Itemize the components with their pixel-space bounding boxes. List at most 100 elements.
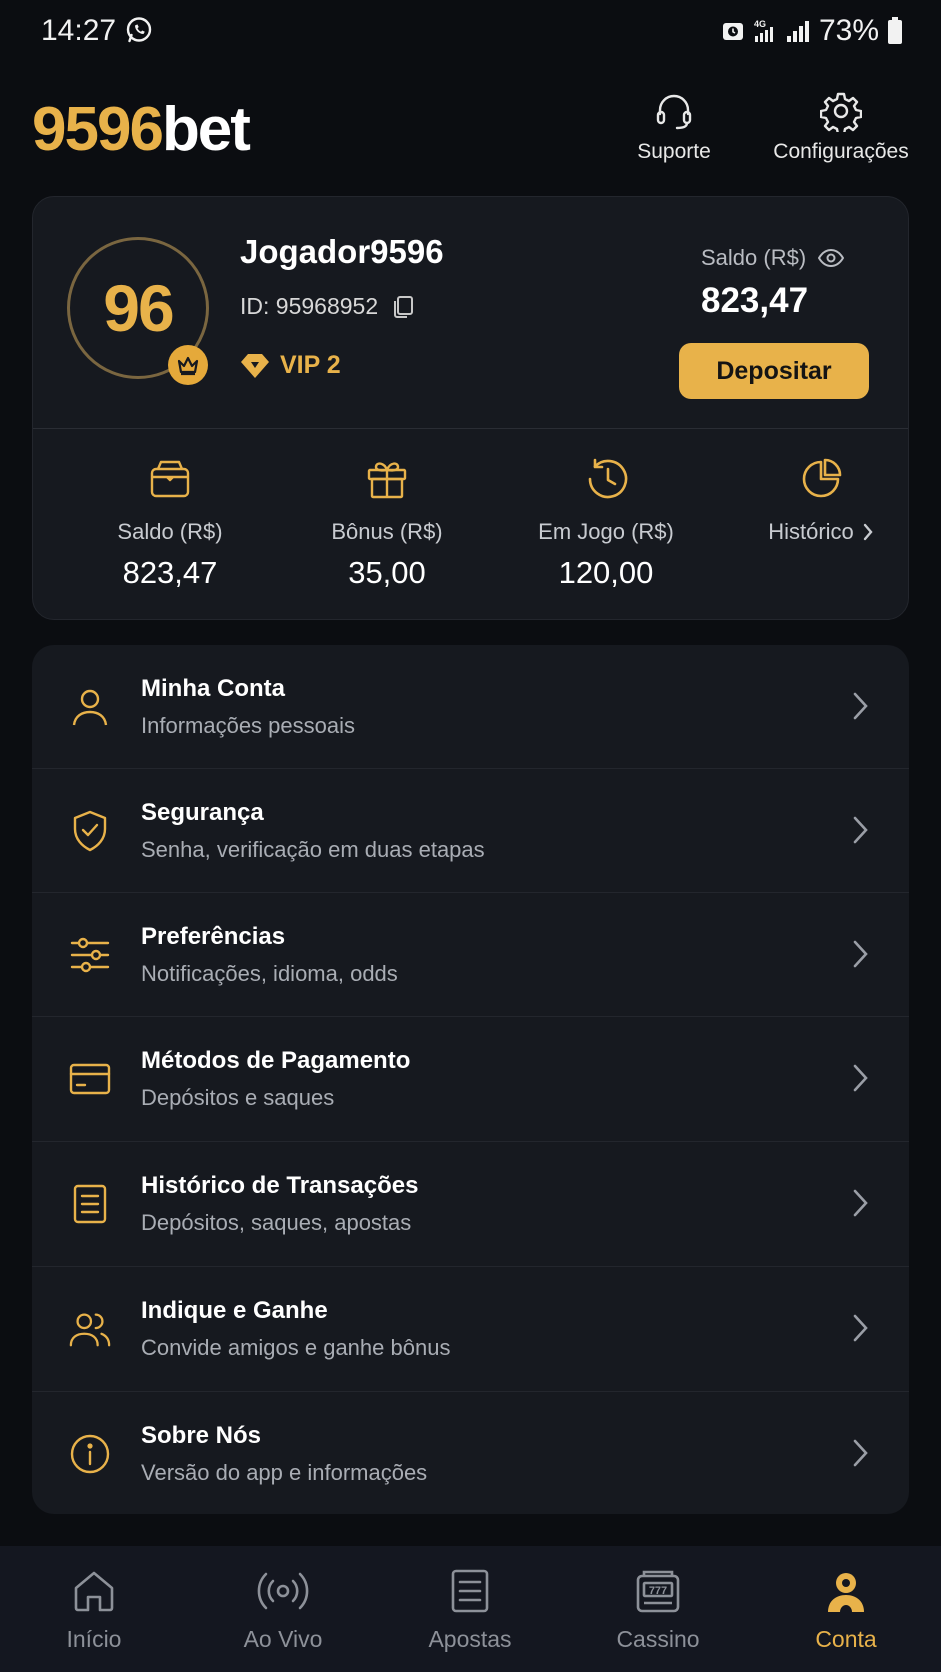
stat-label: Em Jogo (R$) — [538, 519, 674, 544]
user-id: ID: 95968952 — [240, 293, 379, 319]
menu-item-transaction-history[interactable]: Histórico de Transações Depósitos, saque… — [32, 1142, 909, 1266]
live-icon — [257, 1568, 309, 1614]
status-time: 14:27 — [41, 14, 117, 47]
menu-item-title: Indique e Ganhe — [141, 1297, 328, 1324]
support-label: Suporte — [637, 140, 711, 163]
stat-history-link[interactable]: Histórico — [721, 457, 921, 545]
users-icon — [68, 1307, 112, 1351]
nav-live[interactable]: Ao Vivo — [203, 1568, 363, 1653]
menu-item-preferences[interactable]: Preferências Notificações, idioma, odds — [32, 893, 909, 1017]
stat-label: Bônus (R$) — [331, 519, 443, 544]
user-id-row: ID: 95968952 — [240, 293, 416, 320]
app-header: 9596bet Suporte Configurações — [0, 84, 941, 184]
balance-label: Saldo (R$) — [701, 245, 807, 270]
username: Jogador9596 — [240, 233, 444, 270]
whatsapp-icon — [125, 16, 153, 44]
signal-icon — [785, 18, 811, 44]
menu-item-subtitle: Depósitos, saques, apostas — [141, 1210, 412, 1235]
home-icon — [71, 1568, 117, 1614]
menu-item-subtitle: Informações pessoais — [141, 713, 355, 738]
eye-icon[interactable] — [818, 248, 845, 268]
copy-icon[interactable] — [390, 294, 416, 320]
profile-card: 96 Jogador9596 ID: 95968952 VIP 2 Saldo … — [32, 196, 909, 620]
history-clock-icon — [583, 457, 629, 501]
menu-item-subtitle: Senha, verificação em duas etapas — [141, 837, 485, 862]
chevron-right-icon — [851, 691, 869, 721]
settings-button[interactable]: Configurações — [770, 90, 912, 164]
user-icon — [68, 685, 112, 729]
vip-label: VIP 2 — [280, 351, 341, 379]
nav-label: Ao Vivo — [243, 1626, 323, 1652]
settings-label: Configurações — [773, 140, 909, 163]
menu-item-refer-friends[interactable]: Indique e Ganhe Convide amigos e ganhe b… — [32, 1267, 909, 1391]
nav-label: Conta — [815, 1626, 877, 1652]
menu-item-subtitle: Depósitos e saques — [141, 1085, 335, 1110]
credit-card-icon — [68, 1057, 112, 1101]
balance-label-row: Saldo (R$) — [701, 245, 845, 271]
chevron-right-icon — [862, 523, 874, 541]
nav-label: Início — [66, 1626, 122, 1652]
menu-item-subtitle: Convide amigos e ganhe bônus — [141, 1335, 451, 1360]
chevron-right-icon — [851, 1438, 869, 1468]
info-icon — [68, 1432, 112, 1476]
menu-item-title: Sobre Nós — [141, 1422, 262, 1449]
menu-item-payment-methods[interactable]: Métodos de Pagamento Depósitos e saques — [32, 1017, 909, 1141]
nav-home[interactable]: Início — [14, 1568, 174, 1653]
chevron-right-icon — [851, 939, 869, 969]
nav-account[interactable]: Conta — [766, 1568, 926, 1653]
stat-value: 823,47 — [122, 555, 218, 590]
chevron-right-icon — [851, 1063, 869, 1093]
nav-casino[interactable]: 777 Cassino — [578, 1568, 738, 1653]
logo-text: bet — [161, 95, 251, 164]
nav-label: Apostas — [428, 1626, 512, 1652]
menu-item-title: Segurança — [141, 799, 264, 826]
chevron-right-icon — [851, 1188, 869, 1218]
nav-label: Cassino — [616, 1626, 700, 1652]
battery-icon — [887, 17, 903, 45]
logo-number: 9596 — [32, 95, 164, 164]
network-4g-icon: 4G — [753, 18, 777, 44]
support-button[interactable]: Suporte — [630, 90, 718, 164]
headset-icon — [653, 90, 695, 132]
account-icon — [823, 1568, 869, 1614]
slot-machine-icon: 777 — [635, 1568, 681, 1614]
stat-label: Saldo (R$) — [117, 519, 223, 544]
status-bar: 14:27 4G 73% — [0, 0, 941, 62]
vip-badge[interactable]: VIP 2 — [240, 351, 341, 380]
stat-balance[interactable]: Saldo (R$) 823,47 — [70, 457, 270, 591]
history-link[interactable]: Histórico — [768, 519, 874, 545]
menu-item-my-account[interactable]: Minha Conta Informações pessoais — [32, 645, 909, 769]
document-icon — [68, 1182, 112, 1226]
battery-percent: 73% — [818, 14, 879, 47]
menu-item-title: Preferências — [141, 923, 286, 950]
diamond-icon — [240, 353, 270, 379]
stat-value: 120,00 — [558, 555, 654, 590]
menu-item-subtitle: Notificações, idioma, odds — [141, 961, 398, 986]
account-menu: Minha Conta Informações pessoais Seguran… — [32, 645, 909, 1514]
menu-item-security[interactable]: Segurança Senha, verificação em duas eta… — [32, 769, 909, 893]
chevron-right-icon — [851, 1313, 869, 1343]
svg-text:4G: 4G — [754, 19, 766, 29]
menu-item-title: Histórico de Transações — [141, 1172, 419, 1199]
menu-item-about-us[interactable]: Sobre Nós Versão do app e informações — [32, 1392, 909, 1514]
menu-item-title: Métodos de Pagamento — [141, 1047, 411, 1074]
stat-label: Histórico — [768, 519, 854, 544]
gear-icon — [820, 90, 862, 132]
wallet-icon — [149, 457, 191, 501]
stats-row: Saldo (R$) 823,47 Bônus (R$) 35,00 Em Jo… — [33, 429, 908, 619]
deposit-button[interactable]: Depositar — [679, 343, 869, 399]
shield-check-icon — [68, 809, 112, 853]
svg-text:777: 777 — [649, 1585, 667, 1597]
crown-icon — [168, 345, 208, 385]
stat-in-game[interactable]: Em Jogo (R$) 120,00 — [506, 457, 706, 591]
alarm-icon — [721, 19, 745, 43]
sliders-icon — [68, 933, 112, 977]
brand-logo[interactable]: 9596bet — [32, 94, 251, 165]
bets-icon — [449, 1568, 491, 1614]
status-indicators: 4G 73% — [721, 14, 903, 48]
nav-bets[interactable]: Apostas — [390, 1568, 550, 1653]
stat-bonus[interactable]: Bônus (R$) 35,00 — [287, 457, 487, 591]
bottom-navigation: Início Ao Vivo Apostas 777 Cassino Conta — [0, 1546, 941, 1672]
stat-value: 35,00 — [348, 555, 426, 590]
gift-icon — [366, 457, 408, 501]
